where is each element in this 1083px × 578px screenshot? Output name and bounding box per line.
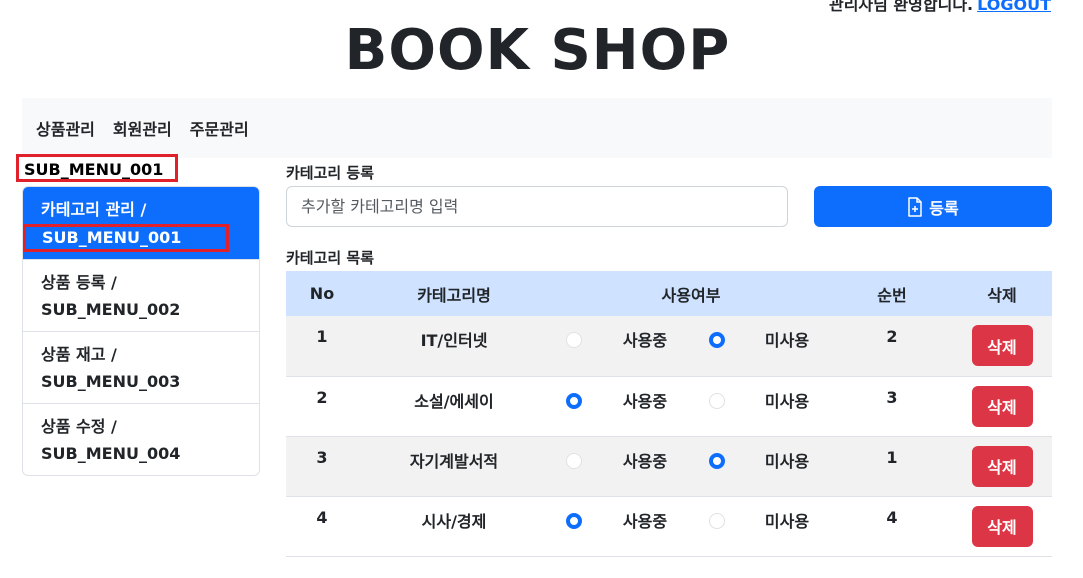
nav-item-orders[interactable]: 주문관리: [190, 116, 249, 140]
delete-button[interactable]: 삭제: [971, 325, 1033, 366]
delete-button[interactable]: 삭제: [971, 505, 1033, 547]
sidebar-item-product-stock[interactable]: 상품 재고 / SUB_MENU_003: [23, 331, 259, 403]
header-order: 순번: [877, 285, 907, 305]
radio-in-use[interactable]: [566, 332, 582, 348]
cell-no: 1: [316, 327, 328, 346]
delete-button[interactable]: 삭제: [971, 445, 1033, 487]
cell-order: 4: [886, 507, 898, 527]
radio-unused[interactable]: [709, 452, 725, 469]
radio-unused[interactable]: [709, 512, 725, 529]
header-delete: 삭제: [987, 285, 1017, 305]
radio-unused[interactable]: [709, 332, 725, 348]
sidebar-item-code: SUB_MENU_002: [41, 300, 181, 319]
label-in-use: 사용중: [622, 331, 668, 350]
table-header-row: No 카테고리명 사용여부 순번 삭제: [286, 271, 1052, 316]
cell-category-name: 시사/경제: [421, 511, 487, 531]
sidebar-item-category-manage[interactable]: 카테고리 관리 / SUB_MENU_001: [23, 187, 259, 259]
radio-in-use[interactable]: [566, 452, 582, 469]
label-unused: 미사용: [764, 451, 810, 471]
header-usage: 사용여부: [661, 285, 721, 305]
welcome-bar: 관리자님 환영합니다. LOGOUT: [829, 0, 1051, 15]
sidebar-item-product-register[interactable]: 상품 등록 / SUB_MENU_002: [23, 259, 259, 331]
delete-button[interactable]: 삭제: [971, 385, 1033, 427]
category-name-input[interactable]: [286, 186, 788, 227]
cell-order: 1: [886, 447, 898, 467]
sidebar-item-label: 카테고리 관리 /: [41, 200, 147, 219]
list-section-label: 카테고리 목록: [286, 249, 375, 267]
sidebar-item-product-edit[interactable]: 상품 수정 / SUB_MENU_004: [23, 403, 259, 475]
header-category-name: 카테고리명: [417, 285, 491, 305]
table-row: 3 자기계발서적 사용중 미사용 1 삭제: [286, 436, 1052, 496]
label-in-use: 사용중: [622, 451, 668, 471]
brand-title: BOOK SHOP: [344, 18, 731, 83]
welcome-text: 관리자님 환영합니다.: [828, 0, 974, 14]
label-in-use: 사용중: [622, 391, 668, 411]
table-row: 4 시사/경제 사용중 미사용 4 삭제: [286, 496, 1052, 556]
table-row: 2 소설/에세이 사용중 미사용 3 삭제: [286, 376, 1052, 436]
sidebar-item-code: SUB_MENU_004: [41, 444, 181, 463]
radio-in-use[interactable]: [566, 392, 582, 409]
cell-category-name: IT/인터넷: [420, 331, 488, 350]
header-no: No: [309, 284, 335, 303]
register-button[interactable]: 등록: [814, 186, 1052, 227]
category-table: No 카테고리명 사용여부 순번 삭제 1 IT/인터넷 사용중 미사용 2 삭…: [286, 271, 1052, 557]
cell-order: 2: [886, 327, 898, 346]
label-unused: 미사용: [764, 391, 810, 411]
radio-in-use[interactable]: [566, 512, 582, 529]
label-unused: 미사용: [764, 511, 810, 531]
sidebar-item-label: 상품 수정 /: [41, 417, 117, 436]
file-plus-icon: [908, 196, 923, 217]
top-navbar: 상품관리 회원관리 주문관리: [22, 98, 1052, 158]
radio-unused[interactable]: [709, 392, 725, 409]
cell-category-name: 자기계발서적: [409, 451, 499, 471]
nav-item-products[interactable]: 상품관리: [36, 116, 95, 140]
label-in-use: 사용중: [622, 511, 668, 531]
cell-category-name: 소설/에세이: [414, 391, 494, 411]
sidebar-menu: 카테고리 관리 / SUB_MENU_001 상품 등록 / SUB_MENU_…: [22, 186, 260, 476]
cell-no: 2: [316, 387, 328, 407]
sidebar-item-label: 상품 등록 /: [41, 273, 117, 292]
sidebar-item-code: SUB_MENU_003: [41, 372, 181, 391]
logout-link[interactable]: LOGOUT: [977, 0, 1051, 14]
register-button-label: 등록: [929, 198, 959, 218]
cell-order: 3: [886, 387, 898, 407]
nav-item-members[interactable]: 회원관리: [113, 116, 172, 140]
submenu-title: SUB_MENU_001: [16, 154, 178, 182]
cell-no: 4: [316, 507, 328, 527]
sidebar-item-label: 상품 재고 /: [41, 345, 117, 364]
register-section-label: 카테고리 등록: [286, 164, 375, 182]
sidebar-item-code: SUB_MENU_001: [23, 224, 229, 252]
cell-no: 3: [316, 447, 328, 467]
table-row: 1 IT/인터넷 사용중 미사용 2 삭제: [286, 316, 1052, 376]
label-unused: 미사용: [764, 331, 810, 350]
